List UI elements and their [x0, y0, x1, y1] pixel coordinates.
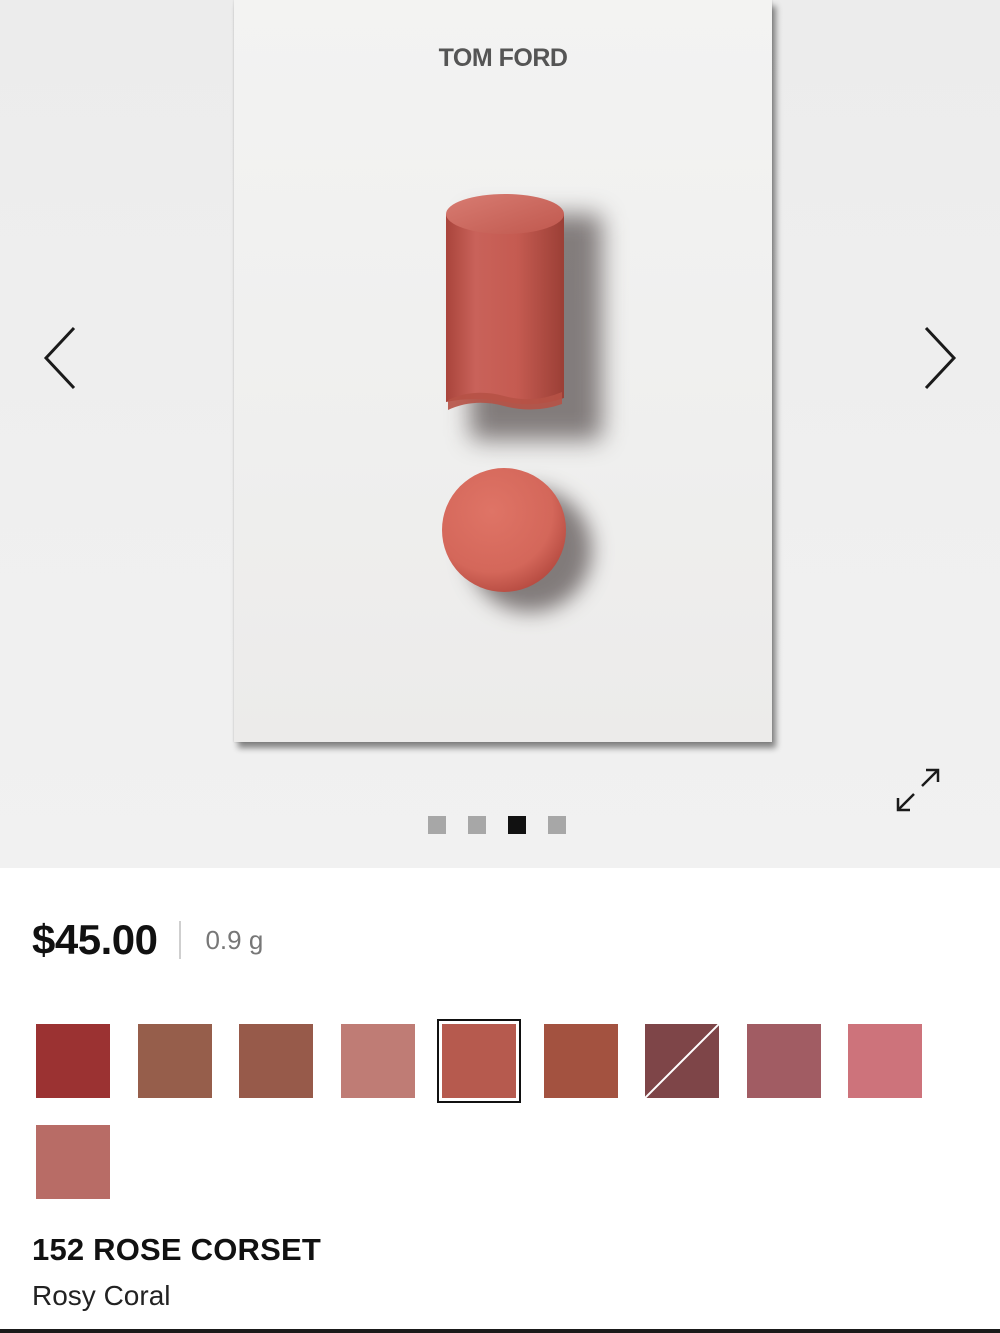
expand-icon: [896, 768, 940, 812]
shade-swatch[interactable]: [848, 1024, 922, 1098]
shade-name: 152 ROSE CORSET: [32, 1232, 321, 1267]
unavailable-slash-icon: [645, 1024, 719, 1098]
lipstick-disc-image: [442, 468, 566, 592]
carousel-dot[interactable]: [468, 816, 486, 834]
shade-description: Rosy Coral: [32, 1280, 171, 1311]
shade-swatch-selected[interactable]: [437, 1019, 521, 1103]
product-size: 0.9 g: [205, 924, 264, 955]
shade-swatch[interactable]: [36, 1125, 110, 1199]
carousel-pagination: [428, 816, 566, 834]
product-image-gallery[interactable]: TOM FORD: [0, 0, 1000, 868]
brand-logo: TOM FORD: [438, 44, 568, 72]
carousel-dot[interactable]: [548, 816, 566, 834]
shade-swatch[interactable]: [138, 1024, 212, 1098]
shade-swatch[interactable]: [341, 1024, 415, 1098]
shade-swatch[interactable]: [747, 1024, 821, 1098]
bottom-divider: [0, 1329, 1000, 1333]
price-divider: [179, 921, 182, 959]
shade-swatch[interactable]: [239, 1024, 313, 1098]
product-price: $45.00: [32, 916, 158, 963]
product-page: TOM FORD $45.00 0.9 g 152 ROSE CORSET Ro…: [0, 0, 1000, 1333]
next-image-button[interactable]: [914, 322, 964, 392]
carousel-dot[interactable]: [428, 816, 446, 834]
price-row: $45.00 0.9 g: [32, 912, 263, 968]
lipstick-bullet-image: [446, 194, 564, 410]
chevron-left-icon: [43, 326, 76, 390]
chevron-right-icon: [924, 326, 957, 390]
shade-swatch[interactable]: [36, 1024, 110, 1098]
fullscreen-button[interactable]: [894, 766, 942, 814]
carousel-dot-active[interactable]: [508, 816, 526, 834]
shade-swatch[interactable]: [544, 1024, 618, 1098]
shade-swatch[interactable]: [645, 1024, 719, 1098]
previous-image-button[interactable]: [36, 322, 86, 392]
